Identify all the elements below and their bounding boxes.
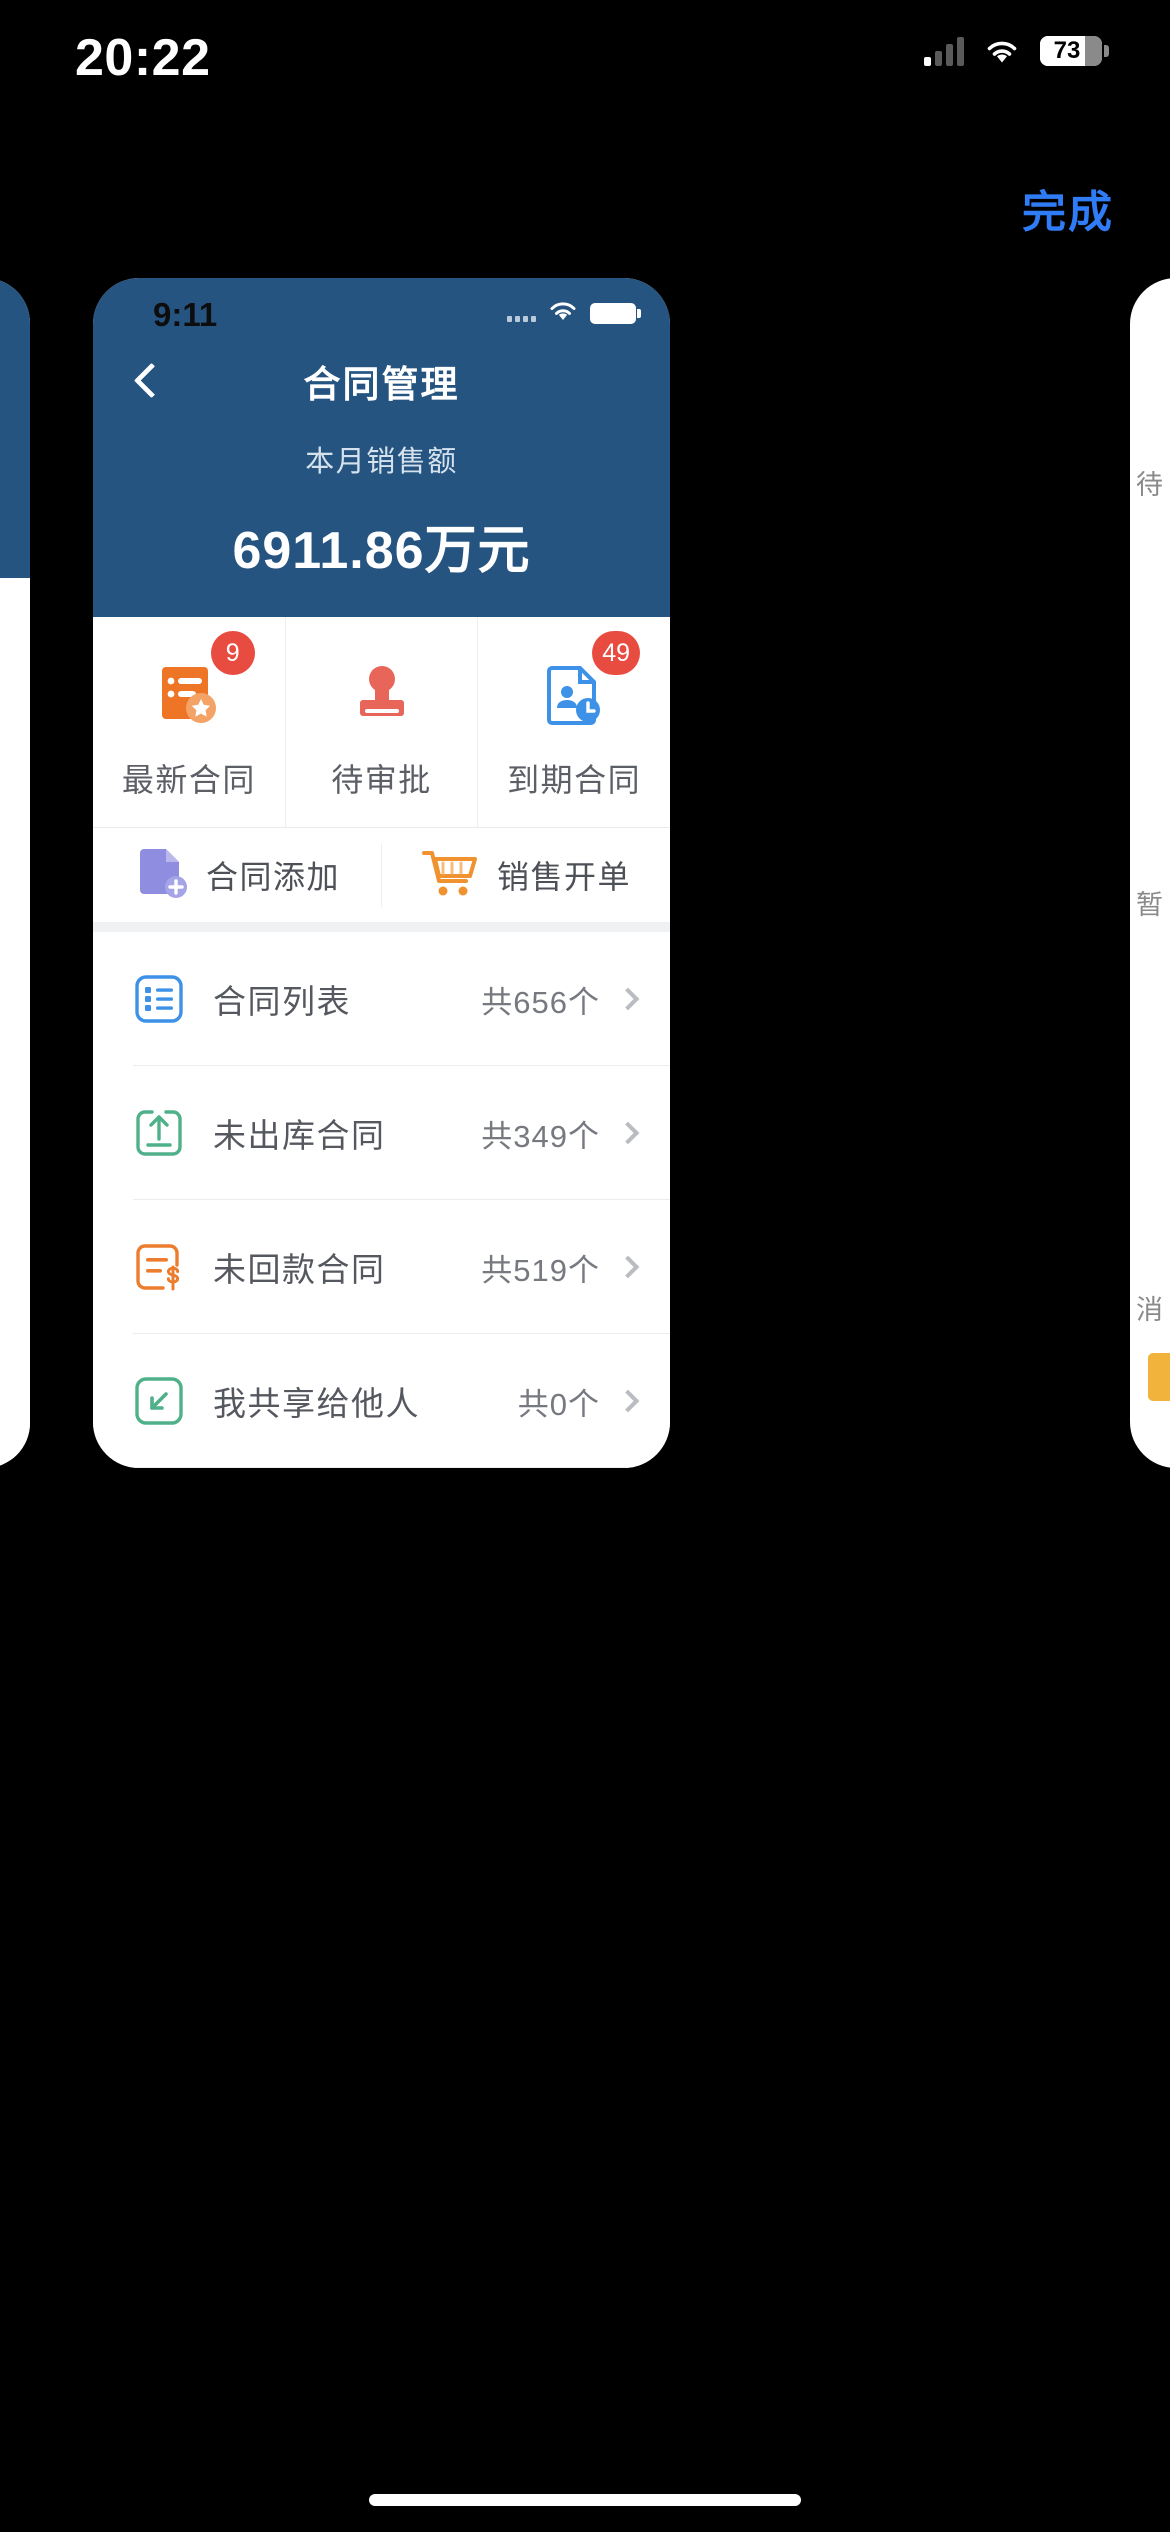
- tile-pending-approval[interactable]: 待审批: [286, 617, 479, 827]
- chevron-right-icon: [616, 1121, 640, 1145]
- next-card-text-2: 暂: [1136, 890, 1163, 920]
- list-box-icon: [133, 973, 185, 1025]
- list-item-not-shipped[interactable]: 未出库合同 共349个: [93, 1066, 670, 1200]
- tile-label: 到期合同: [507, 762, 642, 798]
- chevron-right-icon: [616, 1389, 640, 1413]
- preview-nav-bar: 合同管理: [93, 342, 670, 428]
- chevron-right-icon: [616, 987, 640, 1011]
- status-badge: 9: [210, 631, 255, 675]
- list-item-count: 共349个: [481, 1118, 600, 1154]
- status-badge: 49: [592, 631, 641, 675]
- file-add-icon: [134, 845, 188, 906]
- action-label: 合同添加: [205, 859, 340, 895]
- list-item-unpaid[interactable]: 未回款合同 共519个: [93, 1200, 670, 1334]
- preview-status-time: 9:11: [153, 296, 218, 333]
- home-indicator[interactable]: [369, 2494, 801, 2506]
- battery-icon: 73: [1040, 36, 1109, 66]
- list-item-contract-list[interactable]: 合同列表 共656个: [93, 932, 670, 1066]
- wifi-icon: [984, 37, 1020, 65]
- device-screen: 20:22 73 完成 待 暂 消 9:11 合同管理 本月销售额 6911.8…: [0, 0, 1170, 2532]
- contract-clock-icon: [478, 655, 670, 733]
- cellular-signal-icon: [507, 306, 536, 322]
- outer-status-bar: 20:22 73: [0, 0, 1170, 120]
- outer-status-icons: 73: [924, 36, 1109, 66]
- previous-app-card[interactable]: [0, 278, 30, 1468]
- action-row: 合同添加 销售开单: [93, 828, 670, 932]
- share-out-icon: [133, 1375, 185, 1427]
- list-item-count: 共519个: [481, 1252, 600, 1288]
- done-button[interactable]: 完成: [1022, 176, 1114, 240]
- previous-app-card-body: [0, 578, 30, 1468]
- menu-list: 合同列表 共656个 未出库合同 共349个 未回款合同 共519个 我共享给他…: [93, 932, 670, 1468]
- preview-header: 合同管理 本月销售额 6911.86万元: [93, 342, 670, 617]
- cart-icon: [421, 847, 479, 904]
- preview-status-icons: [507, 300, 641, 327]
- list-item-label: 合同列表: [213, 983, 351, 1020]
- list-item-count: 共656个: [481, 984, 600, 1020]
- action-label: 销售开单: [496, 859, 631, 895]
- stamp-icon: [286, 655, 478, 733]
- list-item-label: 我共享给他人: [213, 1385, 420, 1422]
- next-app-card[interactable]: 待 暂 消: [1130, 278, 1170, 1468]
- next-card-text-1: 待: [1136, 470, 1163, 500]
- page-title: 合同管理: [303, 364, 460, 405]
- upload-box-icon: [133, 1107, 185, 1159]
- battery-level: 73: [1053, 37, 1081, 64]
- invoice-money-icon: [133, 1241, 185, 1293]
- preview-status-bar: 9:11: [93, 278, 670, 342]
- chevron-left-icon[interactable]: [131, 360, 167, 404]
- chevron-right-icon: [616, 1255, 640, 1279]
- app-switcher-card-stack: 待 暂 消 9:11 合同管理 本月销售额 6911.86万元 9 最新合同 待…: [0, 278, 1170, 1468]
- wifi-icon: [548, 300, 578, 327]
- header-subtitle: 本月销售额: [305, 446, 458, 478]
- header-amount: 6911.86万元: [232, 522, 531, 580]
- current-app-card[interactable]: 9:11 合同管理 本月销售额 6911.86万元 9 最新合同 待审批 49 …: [93, 278, 670, 1468]
- action-sales-order[interactable]: 销售开单: [382, 843, 670, 907]
- list-item-label: 未回款合同: [213, 1251, 386, 1288]
- next-card-text-3: 消: [1136, 1295, 1163, 1325]
- list-item-shared-by-me[interactable]: 我共享给他人 共0个: [93, 1334, 670, 1468]
- list-item-count: 共0个: [517, 1386, 600, 1422]
- battery-icon: [590, 303, 641, 324]
- tile-latest-contracts[interactable]: 9 最新合同: [93, 617, 286, 827]
- outer-status-time: 20:22: [75, 29, 211, 87]
- action-add-contract[interactable]: 合同添加: [93, 843, 382, 907]
- previous-app-card-header: [0, 278, 30, 578]
- tile-label: 待审批: [331, 762, 432, 798]
- quick-tiles: 9 最新合同 待审批 49 到期合同: [93, 617, 670, 828]
- tile-label: 最新合同: [121, 762, 256, 798]
- tile-expiring-contracts[interactable]: 49 到期合同: [478, 617, 670, 827]
- list-item-label: 未出库合同: [213, 1117, 386, 1154]
- cellular-signal-icon: [924, 36, 964, 66]
- next-card-chip: [1148, 1353, 1170, 1401]
- contract-star-icon: [93, 655, 285, 733]
